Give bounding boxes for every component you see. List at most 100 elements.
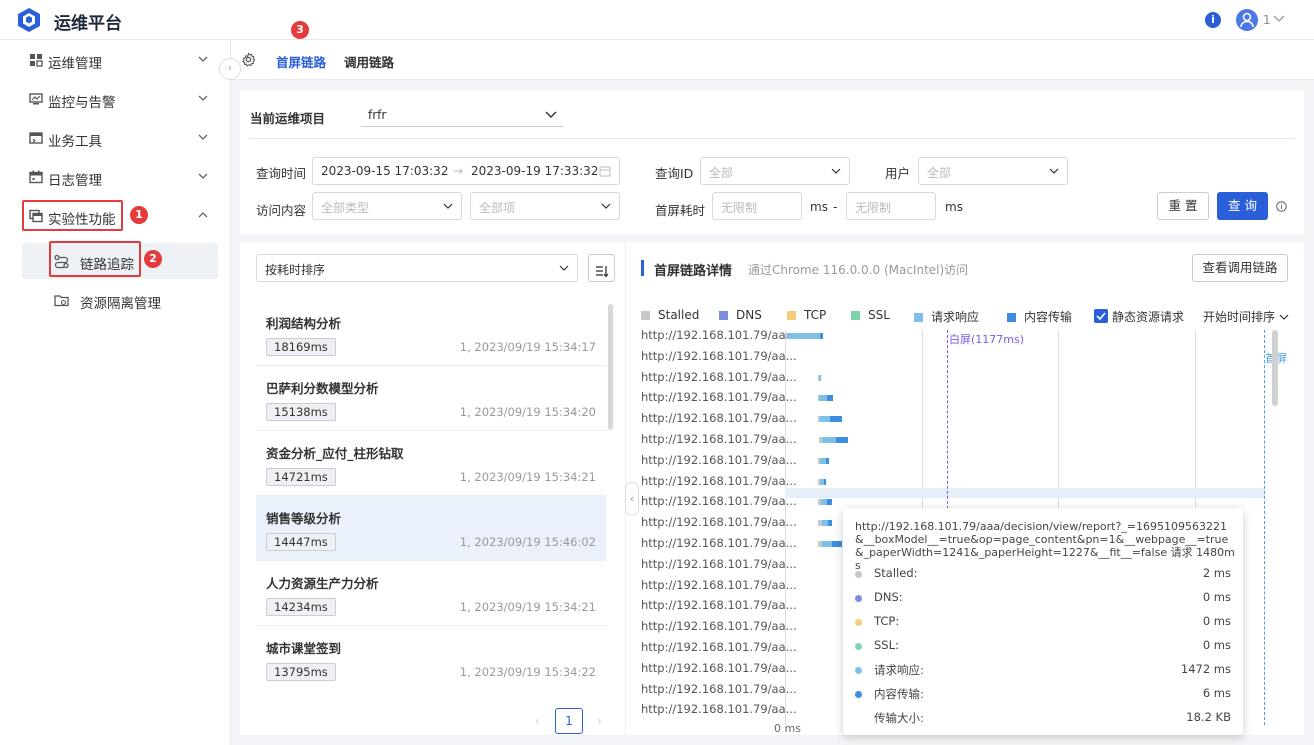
request-row-url[interactable]: http://192.168.101.79/aa...	[641, 474, 797, 488]
sidebar-item-monitor[interactable]: 监控与告警	[0, 80, 231, 118]
project-select[interactable]: frfr	[361, 103, 563, 127]
user-avatar[interactable]	[1236, 9, 1258, 31]
sidebar-item-logs[interactable]: 日志管理	[0, 158, 231, 196]
annotation-box-1	[22, 200, 123, 231]
request-row-url[interactable]: http://192.168.101.79/aa...	[641, 640, 797, 654]
reset-button[interactable]: 重 置	[1157, 192, 1209, 220]
list-item[interactable]: 巴萨利分数模型分析 15138ms 1, 2023/09/19 15:34:20	[256, 366, 606, 431]
range-dash: -	[833, 199, 838, 214]
request-row-url[interactable]: http://192.168.101.79/aa...	[641, 494, 797, 508]
waterfall-bar[interactable]	[820, 416, 830, 423]
tab-first-screen[interactable]: 首屏链路	[276, 52, 326, 71]
request-row-url[interactable]: http://192.168.101.79/aa...	[641, 702, 797, 716]
main-content: 当前运维项目 frfr 查询时间 2023-09-15 17:03:32 → 2…	[240, 90, 1304, 735]
query-time-label: 查询时间	[256, 166, 307, 181]
project-value: frfr	[368, 108, 387, 122]
request-row-url[interactable]: http://192.168.101.79/aa...	[641, 328, 797, 342]
sidebar-item-label: 运维管理	[48, 56, 102, 72]
list-item[interactable]: 人力资源生产力分析 14234ms 1, 2023/09/19 15:34:21	[256, 561, 606, 626]
sidebar-collapse-button[interactable]: ‹	[219, 58, 241, 80]
ms-unit: ms	[945, 200, 963, 214]
request-row-url[interactable]: http://192.168.101.79/aa...	[641, 578, 797, 592]
sidebar-item-ops[interactable]: 运维管理	[0, 41, 231, 79]
waterfall-bar[interactable]	[787, 333, 820, 339]
gear-icon[interactable]	[241, 52, 256, 67]
info-circle-icon[interactable]	[1276, 201, 1287, 212]
info-icon[interactable]: i	[1205, 12, 1221, 28]
chevron-down-icon[interactable]	[1273, 15, 1285, 23]
request-row-url[interactable]: http://192.168.101.79/aa...	[641, 370, 797, 384]
waterfall-bar[interactable]	[828, 520, 832, 527]
panel-collapse-button[interactable]: ‹	[625, 482, 639, 516]
waterfall-bar[interactable]	[822, 541, 832, 547]
visit-item-select[interactable]: 全部项	[470, 192, 620, 220]
waterfall-bar[interactable]	[819, 395, 827, 402]
prev-page-icon[interactable]: ‹	[535, 714, 540, 728]
next-page-icon[interactable]: ›	[597, 714, 602, 728]
sidebar-subitem-isolation[interactable]: 资源隔离管理	[22, 282, 218, 318]
request-row-url[interactable]: http://192.168.101.79/aa...	[641, 557, 797, 571]
annotation-badge-2: 2	[144, 250, 162, 268]
fs-min-input[interactable]: 无限制	[712, 192, 802, 220]
waterfall-bar[interactable]	[832, 541, 842, 547]
visit-type-placeholder: 全部类型	[321, 201, 370, 215]
request-row-url[interactable]: http://192.168.101.79/aa...	[641, 661, 797, 675]
request-row-url[interactable]: http://192.168.101.79/aa...	[641, 598, 797, 612]
list-item[interactable]: 资金分析_应付_柱形钻取 14721ms 1, 2023/09/19 15:34…	[256, 431, 606, 496]
fs-max-input[interactable]: 无限制	[846, 192, 936, 220]
waterfall-bar[interactable]	[830, 416, 842, 423]
grid-icon	[30, 54, 43, 67]
dns-dot	[855, 595, 862, 602]
request-row-url[interactable]: http://192.168.101.79/aa...	[641, 349, 797, 363]
tab-bar: 首屏链路 调用链路	[231, 40, 1314, 80]
query-button[interactable]: 查 询	[1217, 192, 1268, 220]
waterfall-bar[interactable]	[827, 395, 833, 402]
list-item[interactable]: 利润结构分析 18169ms 1, 2023/09/19 15:34:17	[256, 301, 606, 366]
waterfall-scrollbar[interactable]	[1272, 330, 1278, 406]
waterfall-bar[interactable]	[820, 333, 823, 339]
request-row-url[interactable]: http://192.168.101.79/aa...	[641, 619, 797, 633]
request-row-url[interactable]: http://192.168.101.79/aa...	[641, 411, 797, 425]
date-range-picker[interactable]: 2023-09-15 17:03:32 → 2023-09-19 17:33:3…	[312, 157, 620, 185]
monitor-icon	[29, 93, 43, 105]
visit-type-select[interactable]: 全部类型	[312, 192, 462, 220]
sort-order-button[interactable]	[588, 254, 615, 282]
tab-call-chain[interactable]: 调用链路	[344, 52, 394, 71]
view-call-chain-button[interactable]: 查看调用链路	[1192, 254, 1288, 282]
time-sort-dropdown[interactable]: 开始时间排序	[1203, 308, 1289, 325]
waterfall-bar[interactable]	[826, 457, 829, 464]
list-scrollbar[interactable]	[608, 304, 613, 430]
request-row-url[interactable]: http://192.168.101.79/aa...	[641, 432, 797, 446]
sidebar-item-tools[interactable]: 业务工具	[0, 119, 231, 157]
fs-max-placeholder: 无限制	[855, 201, 892, 215]
tooltip-row: SSL: 0 ms	[855, 638, 1231, 658]
waterfall-bar[interactable]	[824, 478, 826, 485]
list-item-time: 1, 2023/09/19 15:34:17	[459, 340, 596, 354]
waterfall-bar[interactable]	[822, 437, 836, 443]
waterfall-bar[interactable]	[819, 374, 821, 381]
user-select[interactable]: 全部	[918, 157, 1068, 185]
waterfall-bar[interactable]	[827, 499, 832, 506]
start-time: 2023-09-15 17:03:32	[321, 164, 449, 178]
static-resources-checkbox[interactable]	[1094, 309, 1108, 323]
detail-title: 首屏链路详情	[654, 264, 733, 279]
chevron-down-icon	[198, 134, 208, 140]
request-row-url[interactable]: http://192.168.101.79/aa...	[641, 536, 797, 550]
user-name[interactable]: 1	[1263, 13, 1271, 27]
chevron-up-icon	[198, 212, 208, 218]
query-id-select[interactable]: 全部	[700, 157, 850, 185]
list-item-title: 资金分析_应付_柱形钻取	[266, 446, 404, 461]
top-header: 运维平台 i 1	[0, 0, 1314, 40]
waterfall-bar[interactable]	[836, 437, 848, 443]
user-placeholder: 全部	[927, 166, 952, 180]
list-item[interactable]: 城市课堂签到 13795ms 1, 2023/09/19 15:34:22	[256, 626, 606, 691]
request-row-url[interactable]: http://192.168.101.79/aa...	[641, 682, 797, 696]
list-item-selected[interactable]: 销售等级分析 14447ms 1, 2023/09/19 15:46:02	[256, 496, 606, 561]
request-row-url[interactable]: http://192.168.101.79/aa...	[641, 515, 797, 529]
page-number[interactable]: 1	[555, 708, 583, 734]
request-row-url[interactable]: http://192.168.101.79/aa...	[641, 390, 797, 404]
sort-select[interactable]: 按耗时排序	[256, 254, 578, 282]
grid-line	[785, 330, 786, 725]
list-item-title: 利润结构分析	[266, 316, 342, 331]
request-row-url[interactable]: http://192.168.101.79/aa...	[641, 453, 797, 467]
